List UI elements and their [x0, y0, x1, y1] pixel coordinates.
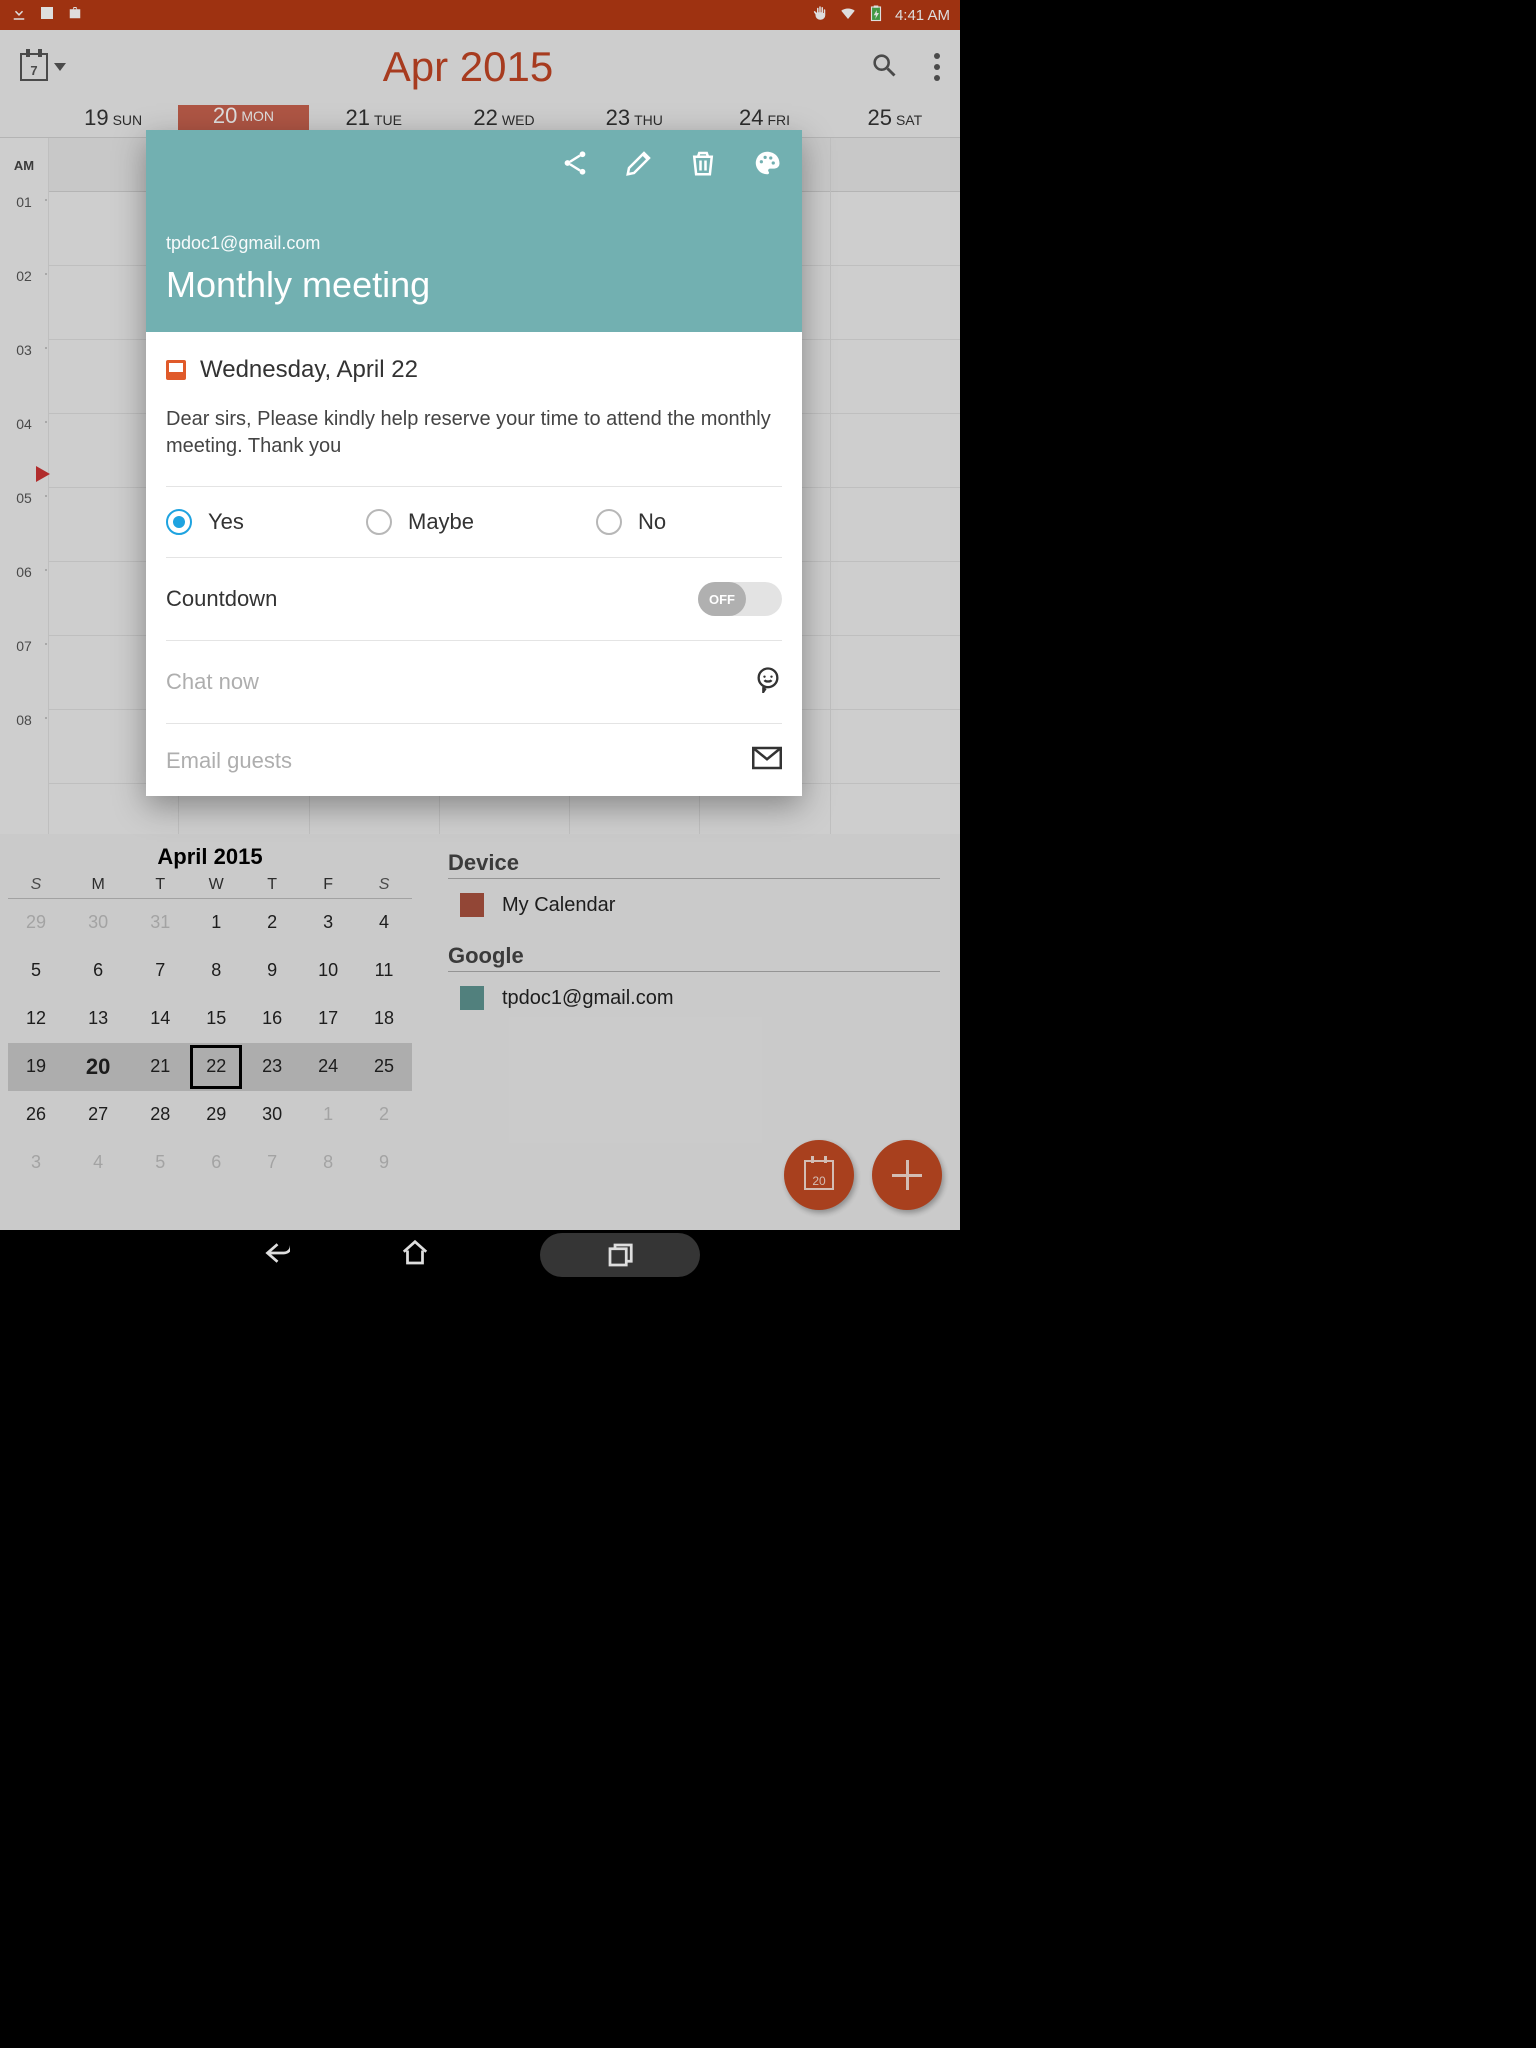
- countdown-label: Countdown: [166, 586, 277, 612]
- radio-icon: [366, 509, 392, 535]
- email-guests-label: Email guests: [166, 748, 292, 774]
- countdown-row: Countdown OFF: [166, 558, 782, 640]
- mail-icon: [752, 746, 782, 776]
- chat-now-row[interactable]: Chat now: [166, 641, 782, 723]
- edit-button[interactable]: [624, 148, 654, 183]
- rsvp-yes[interactable]: Yes: [166, 509, 366, 535]
- rsvp-group: Yes Maybe No: [166, 487, 782, 557]
- radio-selected-icon: [166, 509, 192, 535]
- event-title: Monthly meeting: [166, 264, 782, 306]
- countdown-toggle[interactable]: OFF: [698, 582, 782, 616]
- rsvp-maybe[interactable]: Maybe: [366, 509, 596, 535]
- chat-now-label: Chat now: [166, 669, 259, 695]
- delete-button[interactable]: [688, 148, 718, 183]
- radio-icon: [596, 509, 622, 535]
- calendar-date-icon: [166, 360, 186, 380]
- chat-icon: [754, 665, 782, 699]
- event-calendar-email: tpdoc1@gmail.com: [166, 233, 782, 254]
- rsvp-no[interactable]: No: [596, 509, 782, 535]
- event-detail-dialog: tpdoc1@gmail.com Monthly meeting Wednesd…: [146, 130, 802, 796]
- email-guests-row[interactable]: Email guests: [166, 724, 782, 776]
- palette-button[interactable]: [752, 148, 782, 183]
- share-button[interactable]: [560, 148, 590, 183]
- event-date: Wednesday, April 22: [200, 356, 418, 384]
- event-description: Dear sirs, Please kindly help reserve yo…: [166, 406, 782, 460]
